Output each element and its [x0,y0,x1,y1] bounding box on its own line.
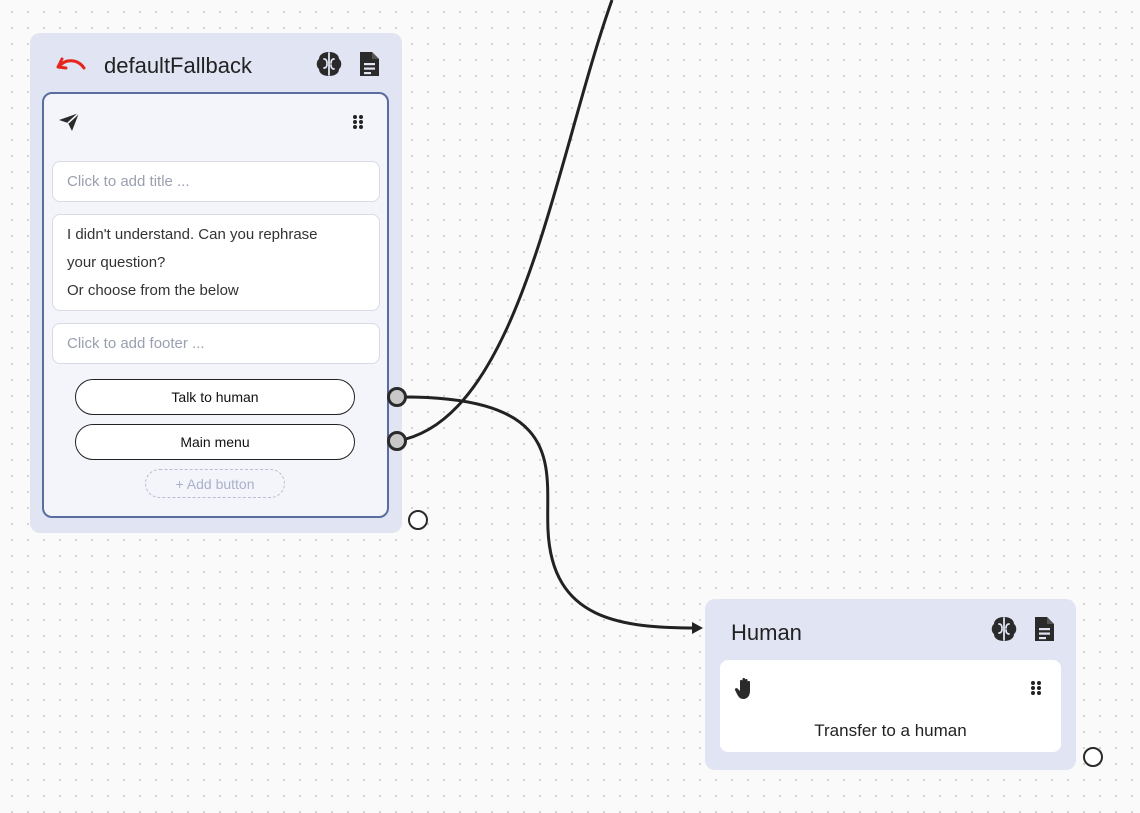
body-line: Or choose from the below [67,282,239,299]
title-field[interactable]: Click to add title ... [52,161,380,202]
document-icon[interactable] [354,49,384,79]
edge-arrowhead [692,622,703,634]
undo-arrow-icon[interactable] [56,51,86,81]
hand-icon [734,676,756,705]
drag-handle-icon[interactable] [1029,680,1043,696]
main-menu-output-handle[interactable] [387,431,407,451]
message-body-field[interactable]: I didn't understand. Can you rephrase yo… [52,214,380,311]
node-title: Human [731,620,802,645]
body-line: I didn't understand. Can you rephrase [67,226,318,243]
fallback-node-output-handle[interactable] [408,510,428,530]
node-title: defaultFallback [104,53,252,78]
human-node-output-handle[interactable] [1083,747,1103,767]
action-text: Transfer to a human [814,721,967,740]
human-action-card[interactable]: Transfer to a human [720,660,1061,752]
add-button[interactable]: + Add button [145,469,285,498]
brain-icon[interactable] [989,614,1019,644]
message-card[interactable]: Click to add title ... I didn't understa… [42,92,389,518]
footer-field[interactable]: Click to add footer ... [52,323,380,364]
drag-handle-icon[interactable] [351,114,365,130]
main-menu-button[interactable]: Main menu [75,424,355,460]
document-icon[interactable] [1029,614,1059,644]
edge-talk-to-human [396,395,699,630]
talk-to-human-output-handle[interactable] [387,387,407,407]
edge-main-menu [396,0,614,443]
talk-to-human-button[interactable]: Talk to human [75,379,355,415]
brain-icon[interactable] [314,49,344,79]
body-line: your question? [67,254,166,271]
fallback-node[interactable]: defaultFallback Click to add title ... I… [30,33,402,533]
human-node[interactable]: Human Transfer to a human [705,599,1076,770]
send-icon [58,112,80,137]
